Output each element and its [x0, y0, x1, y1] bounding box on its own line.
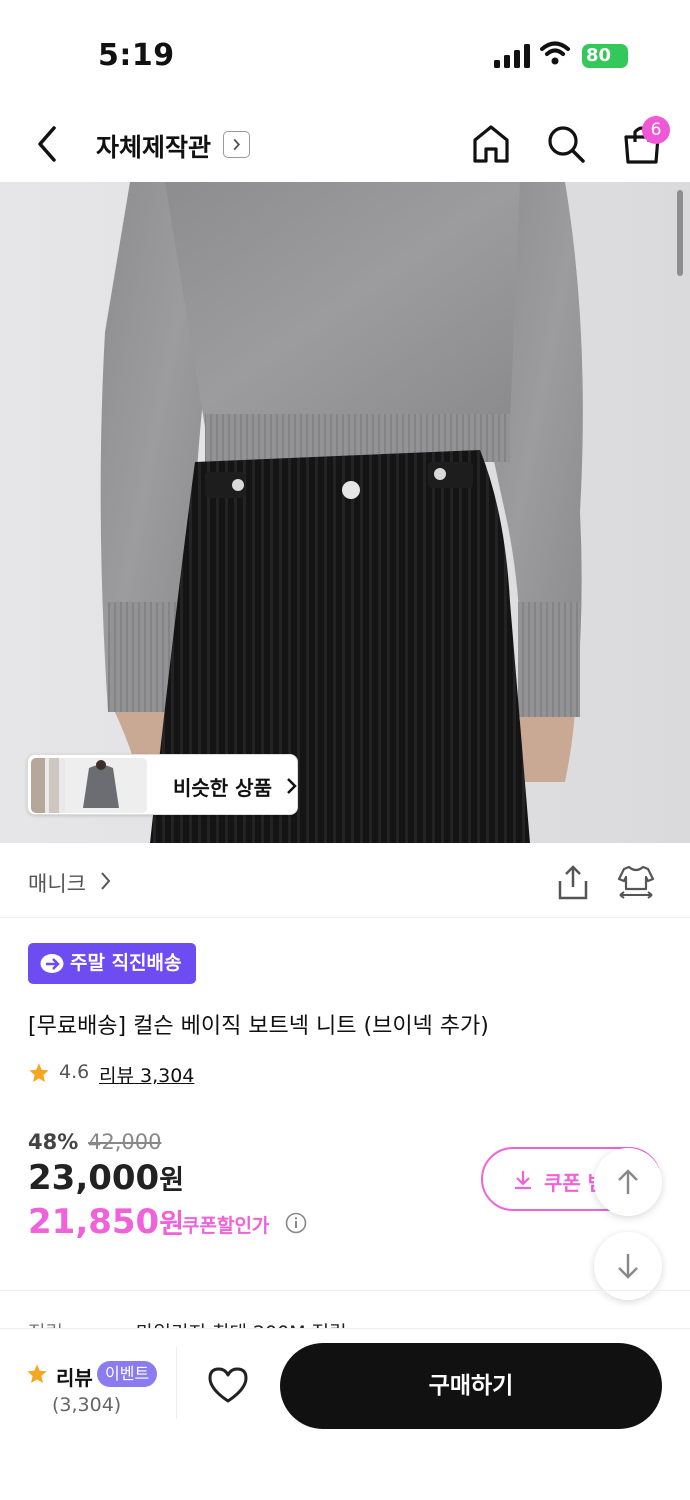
product-image[interactable]: 비슷한 상품: [0, 182, 690, 843]
battery-indicator: 80: [582, 44, 628, 68]
delivery-badge: 주말 직진배송: [28, 943, 196, 984]
brand-row: 매니크: [0, 843, 690, 918]
coupon-price-value: 21,850: [28, 1202, 160, 1242]
event-badge: 이벤트: [97, 1361, 158, 1387]
sale-price-currency: 원: [159, 1165, 185, 1196]
arrow-down-icon: [618, 1254, 638, 1279]
section-divider: [0, 1290, 690, 1291]
hanger-icon[interactable]: [616, 863, 656, 899]
brand-name[interactable]: 매니크: [28, 868, 86, 898]
battery-level: 80: [586, 45, 612, 66]
search-icon[interactable]: [545, 122, 587, 166]
delivery-badge-label: 주말 직진배송: [70, 952, 182, 974]
coupon-price-currency: 원: [159, 1209, 185, 1240]
sale-price-value: 23,000: [28, 1158, 160, 1198]
similar-products-button[interactable]: 비슷한 상품: [27, 754, 298, 815]
sale-price: 23,000원: [28, 1158, 184, 1198]
bottom-review-count: (3,304): [52, 1394, 122, 1416]
arrow-up-icon: [618, 1169, 638, 1194]
discount-rate: 48%: [28, 1130, 79, 1154]
home-icon[interactable]: [470, 122, 512, 166]
scroll-up-button[interactable]: [594, 1148, 662, 1216]
coupon-price-note: 쿠폰할인가: [182, 1215, 270, 1237]
download-icon: [515, 1171, 531, 1190]
signal-icon: [494, 44, 530, 68]
similar-thumbnail-image: [31, 758, 147, 813]
chevron-right-icon[interactable]: [223, 131, 250, 158]
status-time: 5:19: [98, 38, 175, 73]
chevron-right-icon[interactable]: [100, 871, 112, 891]
share-icon[interactable]: [556, 863, 590, 901]
cart-count-badge: 6: [642, 116, 670, 144]
rating-value: 4.6: [59, 1061, 90, 1083]
star-icon: [27, 1364, 47, 1383]
product-title: [무료배송] 컬슨 베이직 보트넥 니트 (브이넥 추가): [28, 1014, 489, 1039]
wifi-icon: [540, 41, 570, 65]
bottom-review-label: 리뷰: [56, 1366, 93, 1390]
review-link[interactable]: 리뷰 3,304: [99, 1061, 194, 1088]
star-icon: [29, 1063, 49, 1082]
chevron-right-icon: [287, 778, 297, 794]
similar-products-label: 비슷한 상품: [173, 776, 272, 800]
similar-thumbnails: [31, 758, 147, 813]
status-bar: 5:19 80: [0, 0, 690, 110]
buy-button[interactable]: 구매하기: [280, 1343, 662, 1429]
bottom-review-button[interactable]: 리뷰 이벤트 (3,304): [24, 1359, 164, 1419]
original-price: 42,000: [88, 1130, 162, 1154]
top-navigation: 자체제작관: [0, 110, 690, 182]
delivery-icon: [40, 954, 64, 973]
store-title[interactable]: 자체제작관: [96, 128, 211, 164]
heart-icon[interactable]: [206, 1365, 250, 1405]
back-icon[interactable]: [28, 122, 68, 166]
coupon-price: 21,850원: [28, 1202, 184, 1242]
image-scrollbar[interactable]: [677, 190, 683, 276]
bottom-separator: [176, 1347, 177, 1419]
product-photo: [100, 182, 583, 843]
bottom-action-bar: 리뷰 이벤트 (3,304) 구매하기: [0, 1328, 690, 1500]
info-icon[interactable]: [285, 1212, 307, 1234]
